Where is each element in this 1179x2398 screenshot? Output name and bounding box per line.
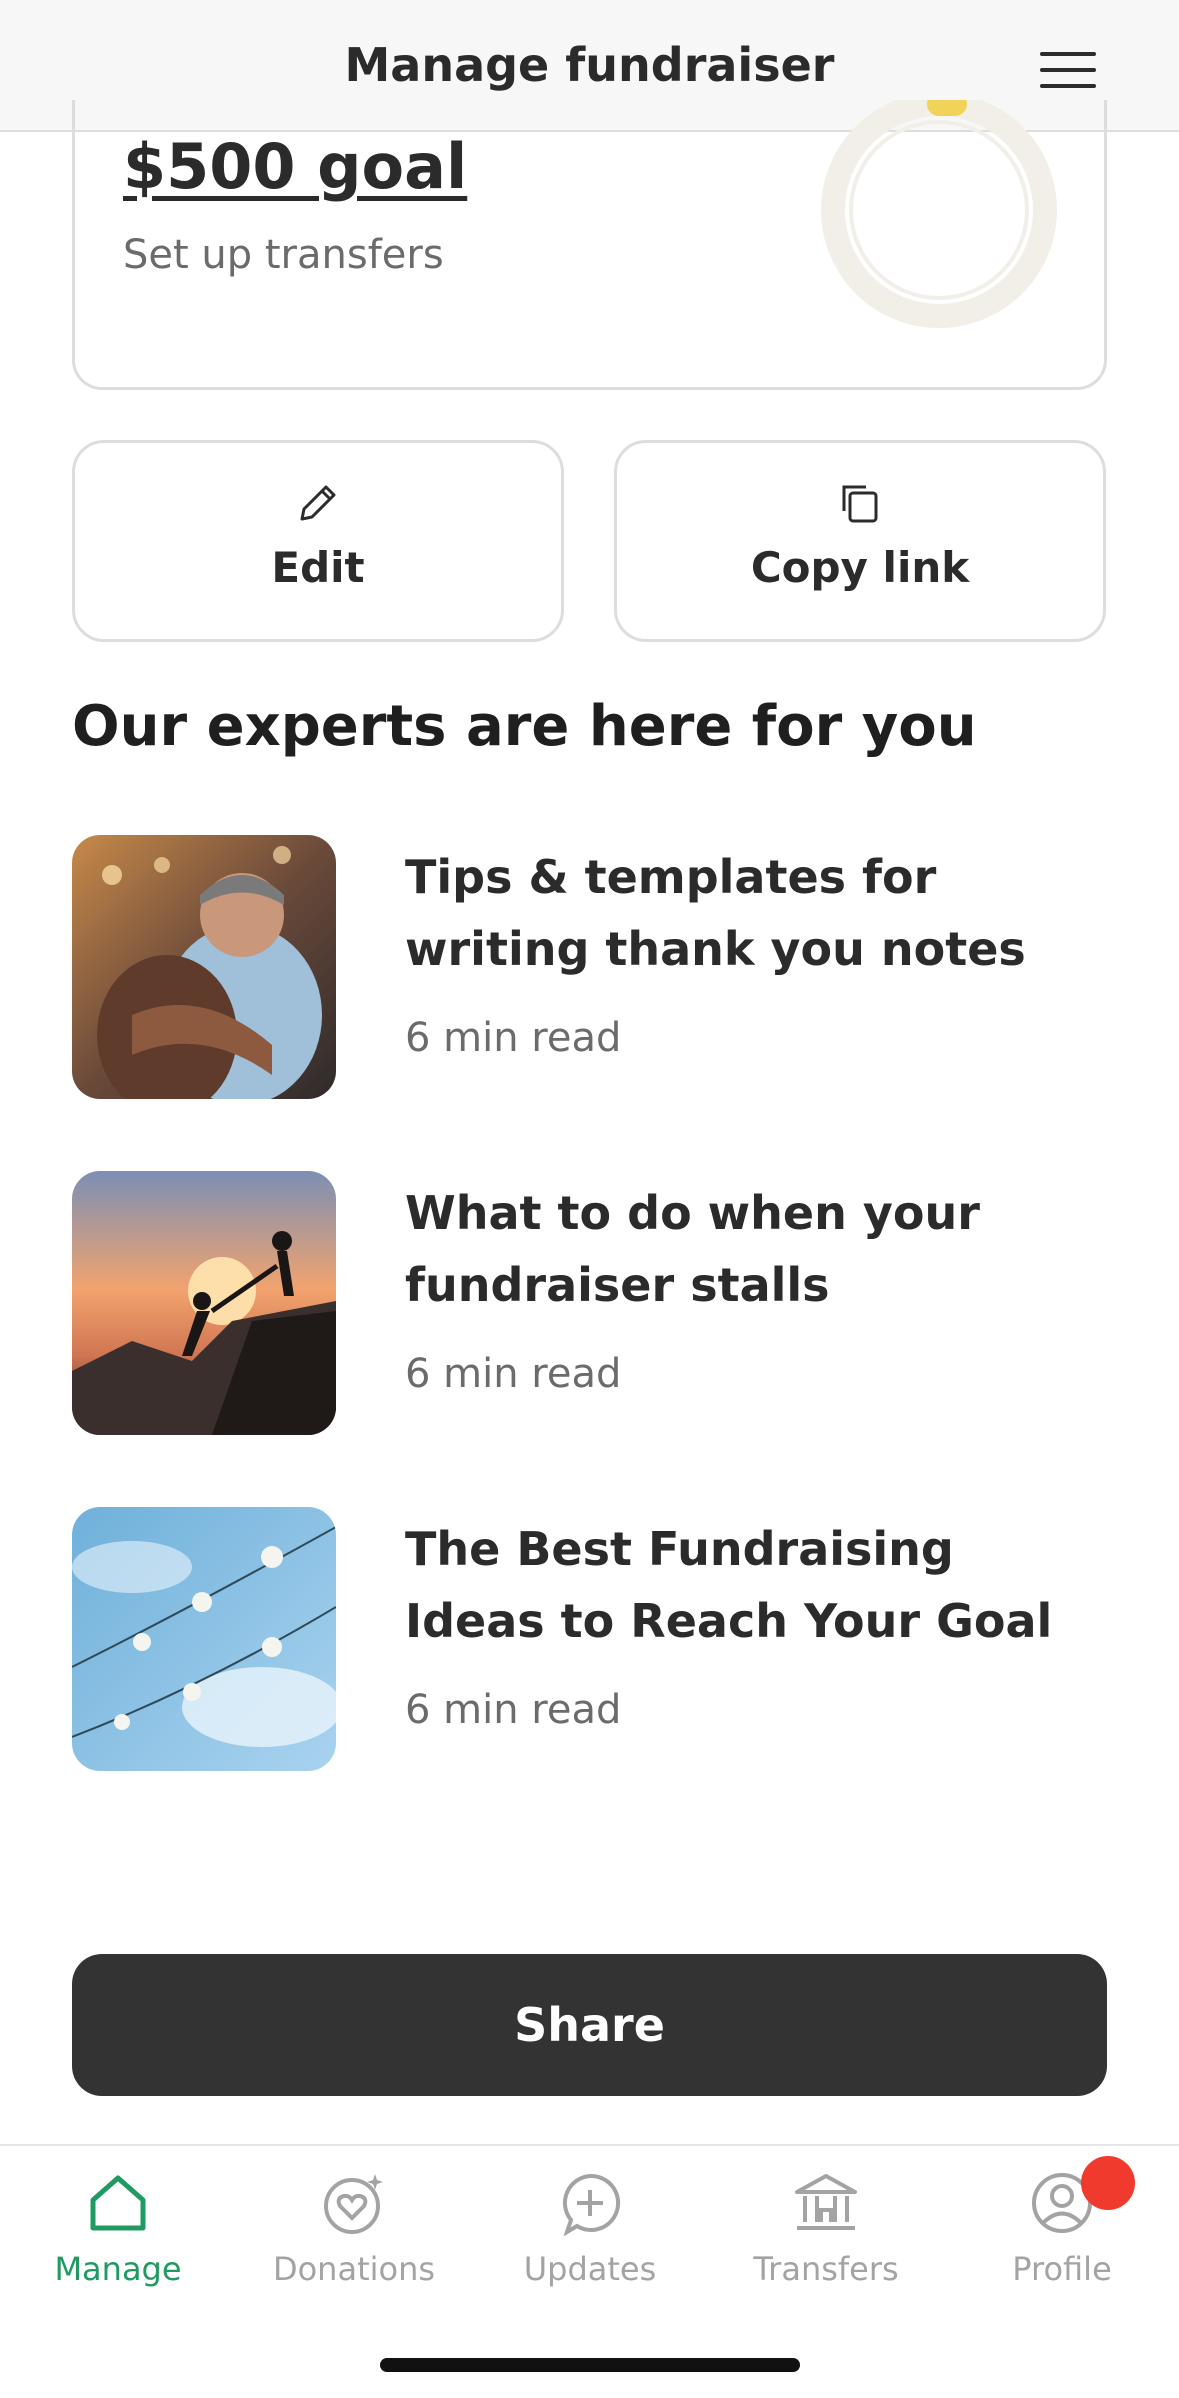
article-read-time: 6 min read <box>405 1687 622 1733</box>
tab-label: Manage <box>54 2250 182 2288</box>
bank-icon <box>795 2174 857 2230</box>
article-title[interactable]: The Best Fundraising Ideas to Reach Your… <box>405 1513 1105 1657</box>
article-item[interactable]: The Best Fundraising Ideas to Reach Your… <box>72 1507 1107 1771</box>
article-thumbnail-lights <box>72 1507 336 1771</box>
notification-badge <box>1081 2156 1135 2210</box>
article-read-time: 6 min read <box>405 1351 622 1397</box>
goal-progress-ring <box>821 100 1057 328</box>
page-title: Manage fundraiser <box>344 38 835 92</box>
tab-label: Donations <box>272 2250 436 2288</box>
home-indicator <box>380 2358 800 2372</box>
home-icon <box>90 2175 146 2231</box>
article-thumbnail-hug <box>72 835 336 1099</box>
tab-donations[interactable]: Donations <box>236 2168 472 2318</box>
article-thumbnail-climb <box>72 1171 336 1435</box>
hamburger-menu-icon[interactable] <box>1040 48 1100 92</box>
tab-label: Profile <box>1012 2250 1112 2288</box>
copy-link-button[interactable]: Copy link <box>614 440 1106 642</box>
article-item[interactable]: What to do when your fundraiser stalls 6… <box>72 1171 1107 1435</box>
tab-label: Transfers <box>753 2250 899 2288</box>
experts-section-title: Our experts are here for you <box>72 694 977 759</box>
copy-link-label: Copy link <box>750 543 970 592</box>
goal-amount[interactable]: $500 goal <box>123 130 467 203</box>
pencil-icon <box>300 485 336 521</box>
goal-card[interactable]: $500 goal Set up transfers <box>72 100 1107 390</box>
article-title[interactable]: What to do when your fundraiser stalls <box>405 1177 1105 1321</box>
tab-updates[interactable]: Updates <box>472 2168 708 2318</box>
share-button[interactable]: Share <box>72 1954 1107 2096</box>
article-item[interactable]: Tips & templates for writing thank you n… <box>72 835 1107 1099</box>
tab-manage[interactable]: Manage <box>0 2168 236 2318</box>
edit-button[interactable]: Edit <box>72 440 564 642</box>
tab-transfers[interactable]: Transfers <box>708 2168 944 2318</box>
tab-profile[interactable]: Profile <box>944 2168 1179 2318</box>
article-title[interactable]: Tips & templates for writing thank you n… <box>405 841 1105 985</box>
edit-label: Edit <box>271 543 365 592</box>
article-read-time: 6 min read <box>405 1015 622 1061</box>
copy-icon <box>842 485 878 523</box>
tab-label: Updates <box>523 2250 657 2288</box>
heart-sparkle-icon <box>324 2174 383 2234</box>
goal-subtitle: Set up transfers <box>123 232 444 278</box>
plus-bubble-icon <box>562 2173 621 2237</box>
